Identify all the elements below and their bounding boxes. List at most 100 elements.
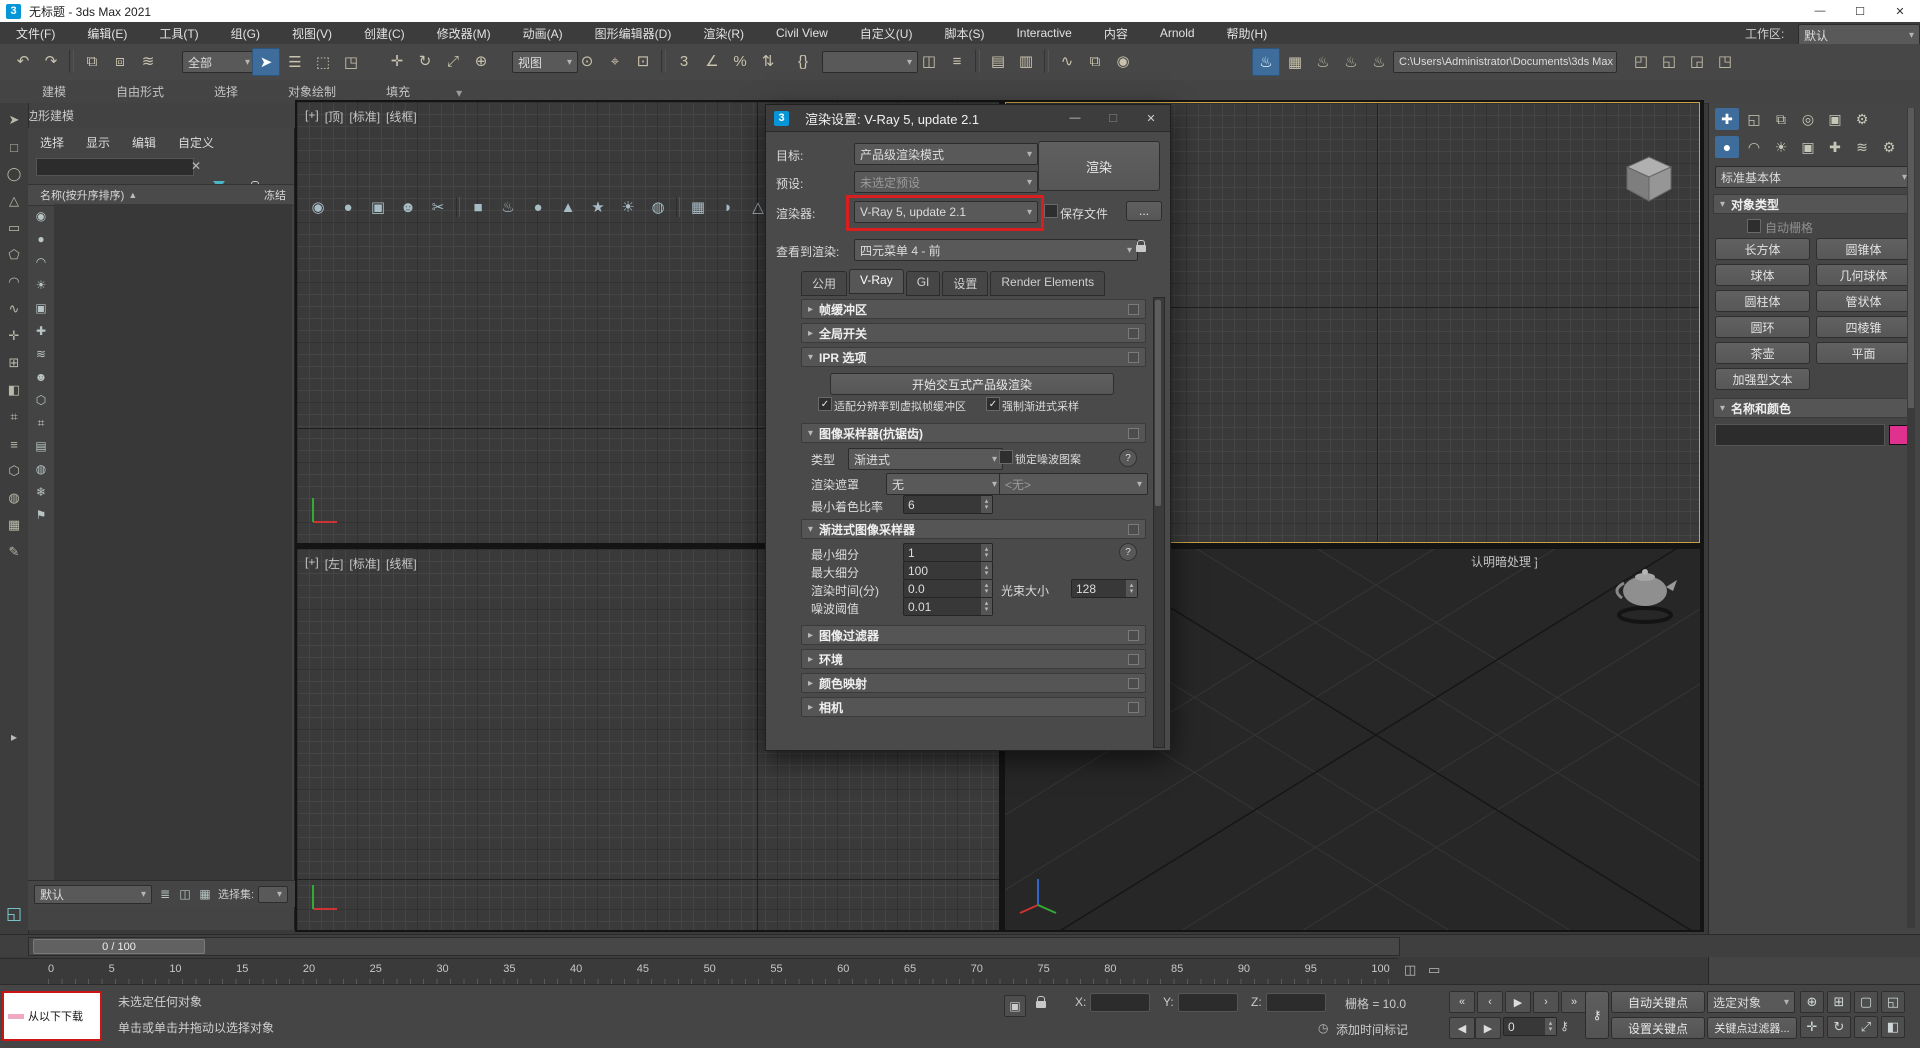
unlink-selection-icon[interactable]: ⧈ bbox=[107, 48, 133, 74]
rollout-header[interactable]: ▸ 帧缓冲区 bbox=[801, 299, 1146, 319]
explorer-menu-item[interactable]: 显示 bbox=[78, 132, 118, 153]
filter-frozen-icon[interactable]: ❄ bbox=[32, 484, 50, 500]
teapot-object[interactable] bbox=[1600, 551, 1690, 641]
category-shapes-icon[interactable]: ◠ bbox=[1742, 136, 1766, 158]
select-and-link-icon[interactable]: ⧉ bbox=[79, 48, 105, 74]
snaps-toggle-icon[interactable]: 3 bbox=[671, 48, 697, 74]
select-and-rotate-icon[interactable]: ↻ bbox=[412, 48, 438, 74]
orbit-icon[interactable]: ↻ bbox=[1827, 1016, 1851, 1038]
rollout-gear-icon[interactable] bbox=[1128, 677, 1139, 689]
rollout-gear-icon[interactable] bbox=[1128, 629, 1139, 641]
separator[interactable] bbox=[661, 49, 666, 73]
previous-key-button[interactable]: ◀ bbox=[1449, 1017, 1475, 1039]
preset-dropdown[interactable]: 未选定预设 bbox=[854, 171, 1038, 193]
separator[interactable] bbox=[975, 49, 980, 73]
rectangular-selection-region-icon[interactable]: ⬚ bbox=[310, 49, 336, 75]
modeling-tool-icon-3[interactable]: ◯ bbox=[4, 165, 24, 183]
object-name-field[interactable] bbox=[1715, 424, 1885, 446]
material-editor-icon[interactable]: ◉ bbox=[1110, 48, 1136, 74]
rollout-gear-icon[interactable] bbox=[1128, 427, 1139, 439]
view-lock-icon[interactable] bbox=[1136, 240, 1146, 252]
rollout-progressive-header[interactable]: ▾ 渐进式图像采样器 bbox=[801, 519, 1146, 539]
view-to-render-dropdown[interactable]: 四元菜单 4 - 前 bbox=[854, 239, 1138, 261]
fit-resolution-checkbox[interactable]: ✓ bbox=[818, 397, 832, 411]
sampler-type-dropdown[interactable]: 渐进式 bbox=[848, 448, 1003, 470]
save-file-browse-button[interactable]: ... bbox=[1126, 201, 1162, 221]
zoom-extents-icon[interactable]: ▢ bbox=[1854, 991, 1878, 1013]
layer-list-icon[interactable]: ≣ bbox=[156, 886, 174, 902]
category-systems-icon[interactable]: ⚙ bbox=[1877, 136, 1901, 158]
autogrid-checkbox[interactable] bbox=[1747, 219, 1761, 233]
modeling-tool-icon-1[interactable]: ➤ bbox=[4, 111, 24, 129]
select-and-manipulate-icon[interactable]: ⌖ bbox=[602, 48, 628, 74]
target-dropdown[interactable]: 产品级渲染模式 bbox=[854, 143, 1038, 165]
mirror-icon[interactable]: ◫ bbox=[916, 48, 942, 74]
mini-curve-editor-icon[interactable]: ◫ bbox=[1404, 962, 1416, 978]
select-and-scale-icon[interactable]: ⤢ bbox=[440, 48, 466, 74]
rollout-header[interactable]: ▸ 相机 bbox=[801, 697, 1146, 717]
separator[interactable] bbox=[69, 49, 74, 73]
modeling-tool-icon-5[interactable]: ▭ bbox=[4, 219, 24, 237]
category-lights-icon[interactable]: ☀ bbox=[1769, 136, 1793, 158]
dock-eye-icon[interactable]: ◉ bbox=[306, 195, 330, 219]
edit-named-selection-sets-icon[interactable]: {} bbox=[790, 48, 816, 74]
select-and-place-icon[interactable]: ⊕ bbox=[468, 48, 494, 74]
ribbon-tab[interactable]: 建模 bbox=[30, 80, 78, 103]
clear-search-icon[interactable]: ✕ bbox=[191, 159, 201, 173]
set-key-button[interactable]: 设置关键点 bbox=[1611, 1017, 1705, 1039]
object-color-swatch[interactable] bbox=[1889, 425, 1909, 445]
progressive-help-button[interactable]: ? bbox=[1119, 543, 1137, 561]
rollout-header[interactable]: ▸ 颜色映射 bbox=[801, 673, 1146, 693]
rollout-gear-icon[interactable] bbox=[1128, 351, 1139, 363]
x-coordinate-field[interactable] bbox=[1090, 993, 1150, 1012]
undo-icon[interactable]: ↶ bbox=[10, 48, 36, 74]
layer-new-icon[interactable]: ◫ bbox=[176, 886, 194, 902]
primitive-button[interactable]: 圆锥体 bbox=[1816, 238, 1911, 260]
scrollbar-thumb[interactable] bbox=[1155, 300, 1161, 506]
dialog-maximize-button[interactable]: ☐ bbox=[1094, 105, 1132, 131]
time-slider-track[interactable]: 0 / 100 bbox=[28, 937, 1400, 956]
toolbar-extra-icon-3[interactable]: ◲ bbox=[1684, 48, 1710, 74]
track-bar-config-icon[interactable]: ▭ bbox=[1428, 962, 1440, 978]
maxscript-mini-listener[interactable]: 从以下下载 bbox=[2, 991, 102, 1041]
modeling-tool-icon-14[interactable]: ⬡ bbox=[4, 462, 24, 480]
selected-objects-dropdown[interactable]: 选定对象 bbox=[1707, 991, 1795, 1013]
lock-noise-checkbox[interactable] bbox=[999, 450, 1013, 464]
command-tab-create-icon[interactable]: ✚ bbox=[1715, 108, 1739, 130]
dock-geosphere-icon[interactable]: ◍ bbox=[646, 195, 670, 219]
viewport-label-segment[interactable]: [标准] bbox=[349, 555, 380, 572]
render-iterative-icon[interactable]: ♨ bbox=[1338, 49, 1364, 75]
column-header-name[interactable]: 名称(按升序排序) bbox=[28, 187, 124, 203]
menu-item[interactable]: 工具(T) bbox=[143, 22, 214, 44]
menu-item[interactable]: 创建(C) bbox=[348, 22, 421, 44]
command-panel-scrollbar[interactable] bbox=[1907, 108, 1915, 928]
explorer-menu-item[interactable]: 自定义 bbox=[170, 132, 222, 153]
dialog-close-button[interactable]: ✕ bbox=[1132, 105, 1170, 131]
dock-sphere-icon[interactable]: ● bbox=[526, 195, 550, 219]
toolbar-extra-icon-1[interactable]: ◰ bbox=[1628, 48, 1654, 74]
command-tab-motion-icon[interactable]: ◎ bbox=[1796, 108, 1820, 130]
filter-materials-icon[interactable]: ◍ bbox=[32, 461, 50, 477]
modeling-tool-icon-7[interactable]: ◠ bbox=[4, 273, 24, 291]
z-coordinate-field[interactable] bbox=[1266, 993, 1326, 1012]
force-progressive-checkbox[interactable]: ✓ bbox=[986, 397, 1000, 411]
toolbar-extra-icon-2[interactable]: ◱ bbox=[1656, 48, 1682, 74]
dialog-tab[interactable]: GI bbox=[905, 271, 941, 296]
viewport-label-segment[interactable]: [+] bbox=[305, 108, 319, 125]
category-helpers-icon[interactable]: ✚ bbox=[1823, 136, 1847, 158]
set-key-big-button[interactable]: ⚷ bbox=[1585, 991, 1609, 1039]
dock-image-icon[interactable]: ▣ bbox=[366, 195, 390, 219]
menu-item[interactable]: 修改器(M) bbox=[421, 22, 507, 44]
menu-item[interactable]: Interactive bbox=[1000, 22, 1087, 44]
separator[interactable] bbox=[1044, 49, 1049, 73]
category-geometry-icon[interactable]: ● bbox=[1715, 136, 1739, 158]
explorer-menu-item[interactable]: 编辑 bbox=[124, 132, 164, 153]
primitive-category-dropdown[interactable]: 标准基本体 bbox=[1715, 166, 1913, 188]
bind-to-space-warp-icon[interactable]: ≋ bbox=[135, 48, 161, 74]
play-button[interactable]: ▶ bbox=[1505, 991, 1531, 1013]
primitive-button[interactable]: 几何球体 bbox=[1816, 264, 1911, 286]
menu-item[interactable]: 动画(A) bbox=[507, 22, 579, 44]
toolbar-extra-icon-4[interactable]: ◳ bbox=[1712, 48, 1738, 74]
dock-teapot-icon[interactable]: ♨ bbox=[496, 195, 520, 219]
modeling-tool-icon-16[interactable]: ▦ bbox=[4, 516, 24, 534]
